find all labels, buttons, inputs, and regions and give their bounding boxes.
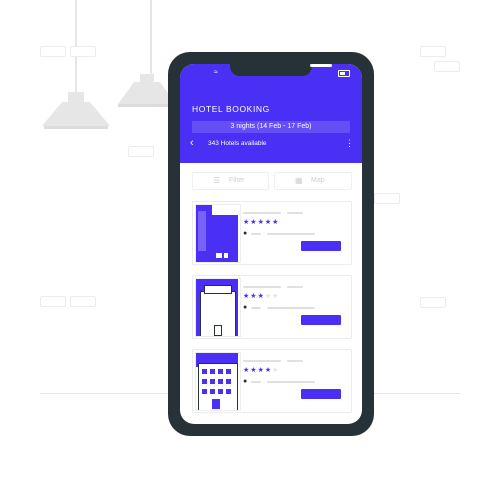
wall-brick [128,146,154,157]
toolbar: ☰ Filter ▦ Map [192,172,352,190]
star-filled-icon: ★ [272,219,280,226]
star-filled-icon: ★ [250,219,258,226]
sliders-icon: ☰ [213,176,221,185]
location-pin-icon: ● [243,378,248,385]
results-count: 343 Hotels available [208,140,267,147]
star-rating: ★★★★★ [243,218,279,226]
wall-brick [70,296,96,307]
hotel-name-placeholder [243,286,281,288]
hotel-image [195,204,241,263]
hotel-name-placeholder [243,360,281,362]
star-filled-icon: ★ [250,293,258,300]
wall-brick [420,46,446,57]
date-range-selector[interactable]: 3 nights (14 Feb - 17 Feb) [192,121,350,133]
book-button[interactable] [301,241,341,251]
phone-screen: ≈ HOTEL BOOKING 3 nights (14 Feb - 17 Fe… [180,64,362,424]
page-title: HOTEL BOOKING [192,104,270,114]
star-empty-icon: ★ [272,367,280,374]
hotel-price-placeholder [287,286,303,288]
smartphone: ≈ HOTEL BOOKING 3 nights (14 Feb - 17 Fe… [168,52,374,436]
app-header: ≈ HOTEL BOOKING 3 nights (14 Feb - 17 Fe… [180,64,362,163]
pendant-lamp-icon [42,92,110,129]
hotel-price-placeholder [287,360,303,362]
wall-brick [434,61,460,72]
address-placeholder [267,381,315,383]
phone-notch [230,64,332,76]
speaker-icon [310,64,332,67]
map-icon: ▦ [295,176,303,185]
address-placeholder [267,233,315,235]
wall-brick [420,297,446,308]
wifi-icon: ≈ [214,69,218,76]
address-placeholder [251,233,261,235]
chevron-left-icon[interactable]: ‹ [190,137,194,149]
wall-brick [374,193,400,204]
battery-icon [338,70,350,77]
map-button[interactable]: ▦ Map [274,172,352,190]
star-rating: ★★★★★ [243,292,279,300]
filter-button[interactable]: ☰ Filter [192,172,269,190]
hotel-card[interactable]: ★★★★★ ● [192,275,352,339]
star-filled-icon: ★ [257,367,265,374]
star-empty-icon: ★ [272,293,280,300]
kebab-menu-icon[interactable]: ⋮ [345,138,354,149]
hotel-price-placeholder [287,212,303,214]
star-filled-icon: ★ [250,367,258,374]
hotel-card[interactable]: ★★★★★ ● [192,349,352,413]
star-filled-icon: ★ [257,293,265,300]
wall-brick [40,296,66,307]
wall-brick [40,46,66,57]
pendant-lamp-icon [118,74,176,107]
location-pin-icon: ● [243,304,248,311]
location-pin-icon: ● [243,230,248,237]
lamp-cord [150,0,152,76]
wall-brick [70,46,96,57]
book-button[interactable] [301,389,341,399]
book-button[interactable] [301,315,341,325]
hotel-name-placeholder [243,212,281,214]
address-placeholder [267,307,315,309]
map-label: Map [311,177,325,184]
address-placeholder [251,381,261,383]
hotel-card[interactable]: ★★★★★ ● [192,201,352,265]
hotel-image [195,352,241,411]
star-rating: ★★★★★ [243,366,279,374]
hotel-image [195,278,241,337]
address-placeholder [251,307,261,309]
star-filled-icon: ★ [257,219,265,226]
filter-label: Filter [229,177,245,184]
